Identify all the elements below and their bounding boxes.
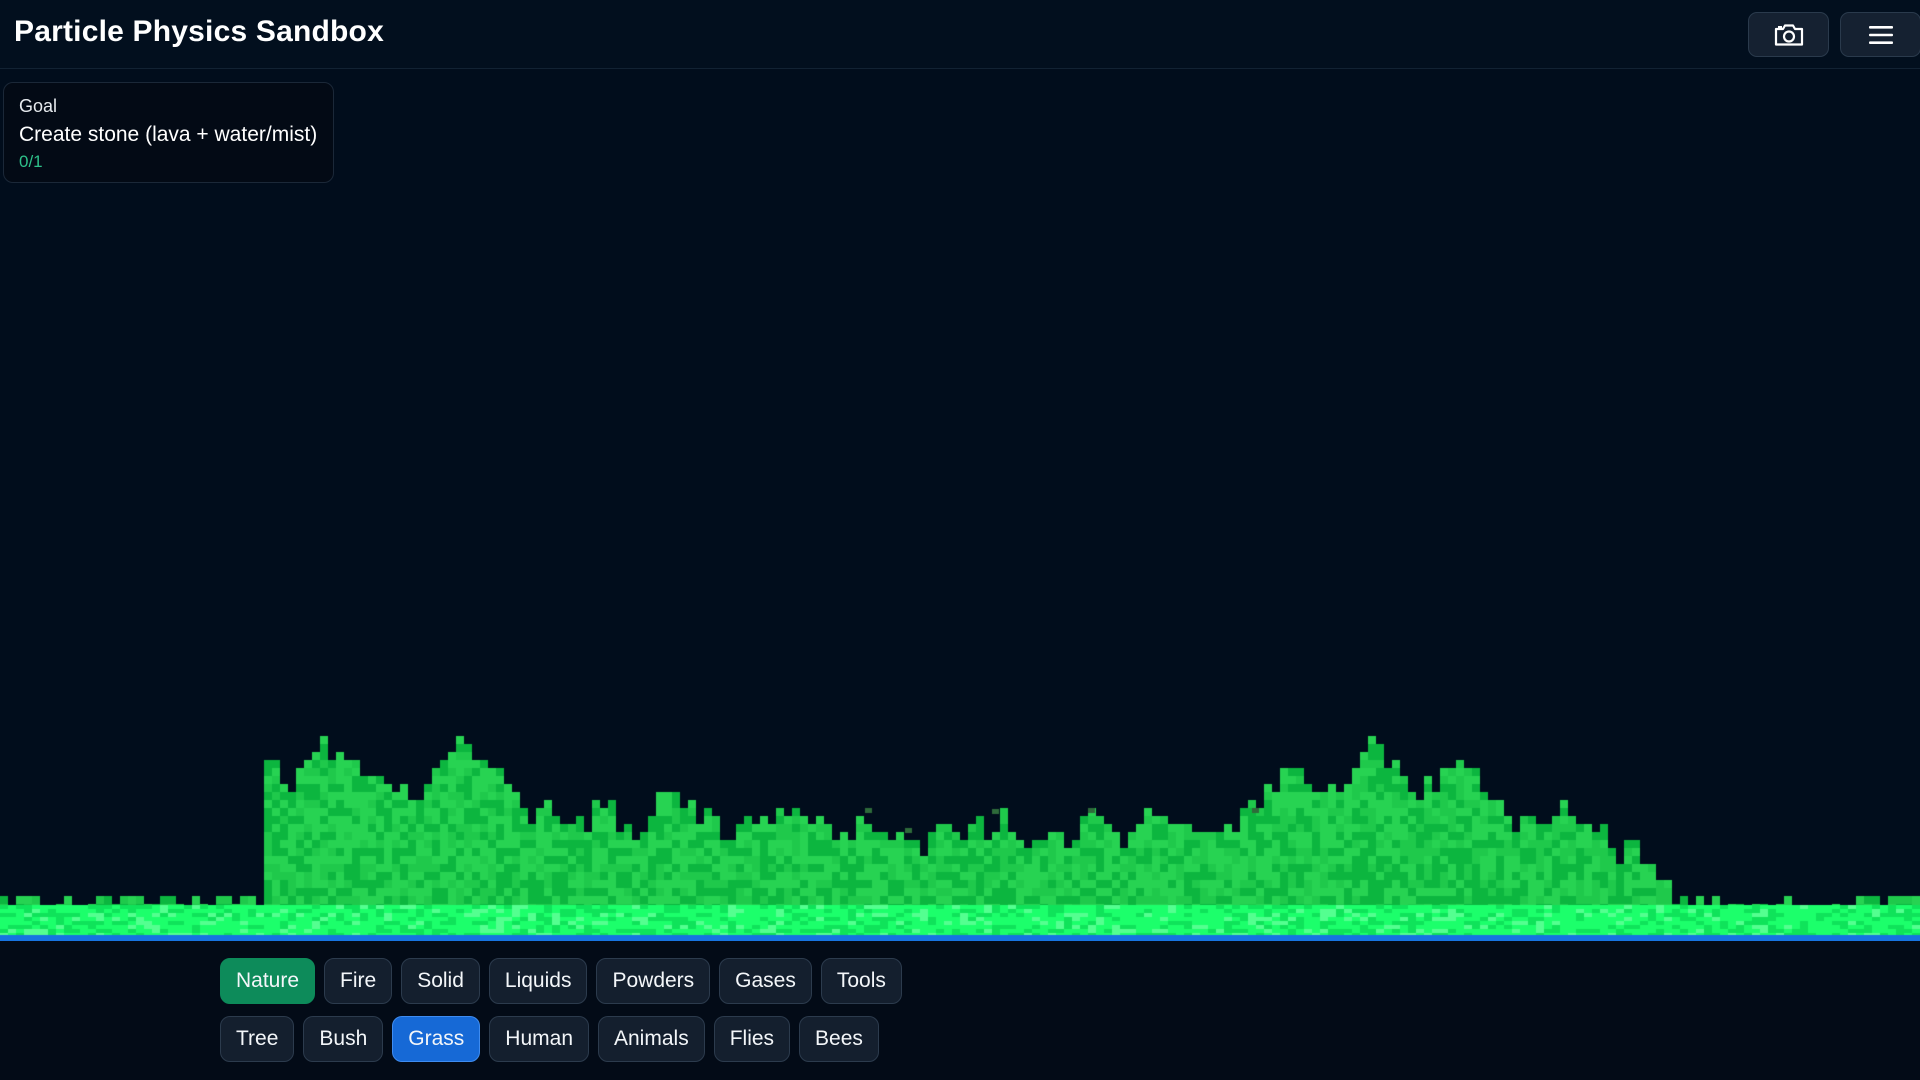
element-tree-button[interactable]: Tree <box>220 1016 295 1062</box>
tab-gases[interactable]: Gases <box>719 958 812 1004</box>
tab-tools[interactable]: Tools <box>820 958 902 1004</box>
element-bush-button[interactable]: Bush <box>303 1016 384 1062</box>
tab-liquids[interactable]: Liquids <box>488 958 588 1004</box>
tab-fire[interactable]: Fire <box>324 958 393 1004</box>
hamburger-menu-icon <box>1868 25 1893 44</box>
element-human-button[interactable]: Human <box>489 1016 589 1062</box>
element-flies-button[interactable]: Flies <box>713 1016 791 1062</box>
tab-solid[interactable]: Solid <box>401 958 480 1004</box>
tab-nature[interactable]: Nature <box>220 958 316 1004</box>
app-title: Particle Physics Sandbox <box>14 15 384 48</box>
simulation-canvas[interactable] <box>0 69 1920 941</box>
element-bees-button[interactable]: Bees <box>799 1016 879 1062</box>
sandbox-app: Particle Physics Sandbox Goal Create sto… <box>0 0 1920 1080</box>
tab-powders[interactable]: Powders <box>596 958 711 1004</box>
element-toolbar: Nature Fire Solid Liquids Powders Gases … <box>0 941 1920 1080</box>
element-grass-button[interactable]: Grass <box>392 1016 481 1062</box>
category-tabs: Nature Fire Solid Liquids Powders Gases … <box>220 958 902 1004</box>
element-buttons: Tree Bush Grass Human Animals Flies Bees <box>220 1016 879 1062</box>
goal-progress: 0/1 <box>19 152 43 171</box>
menu-button[interactable] <box>1840 12 1920 57</box>
goal-description: Create stone (lava + water/mist) <box>19 123 318 146</box>
camera-icon <box>1774 23 1803 46</box>
camera-button[interactable] <box>1748 12 1829 57</box>
goal-panel: Goal Create stone (lava + water/mist) 0/… <box>3 82 334 183</box>
element-animals-button[interactable]: Animals <box>598 1016 705 1062</box>
header-bar: Particle Physics Sandbox <box>0 0 1920 69</box>
goal-heading: Goal <box>19 96 58 116</box>
